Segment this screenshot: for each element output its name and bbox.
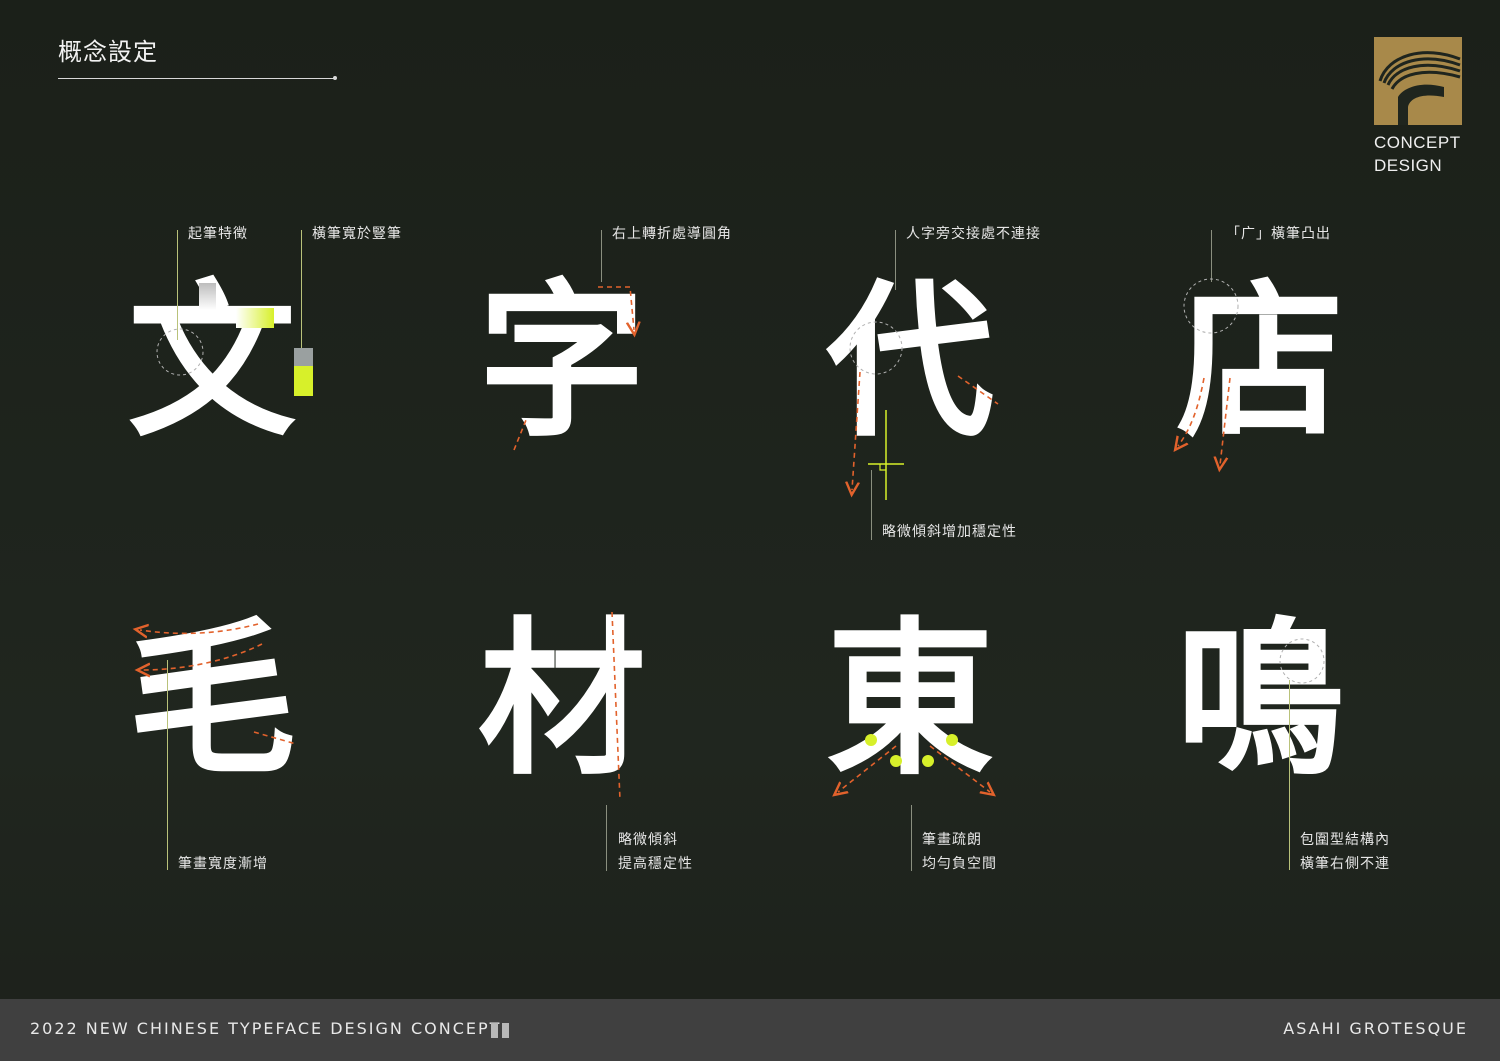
note-slight-tilt: 略微傾斜 提高穩定性 [618,828,693,876]
logo-wordmark: CONCEPT DESIGN [1374,133,1461,175]
leader-line [301,230,302,350]
note-width-increase: 筆畫寬度漸增 [178,856,268,872]
leader-line [601,230,602,282]
note-line: 包圍型結構內 [1300,832,1390,848]
leader-line [167,660,168,870]
footer-marks-icon [491,1023,513,1042]
glyph-wen: 文 [128,264,296,460]
note-enclosure: 包圍型結構內 橫筆右側不連 [1300,828,1390,876]
stroke-width-sample [294,366,313,396]
stroke-width-sample [294,348,313,366]
glyph-ming: 鳴 [1176,602,1344,798]
title-underline [58,76,337,80]
note-open-strokes: 筆畫疏朗 均勻負空間 [922,828,997,876]
logo-mark-icon [1374,37,1462,125]
concept-design-logo: CONCEPT DESIGN [1374,37,1464,177]
note-horizontal-wider: 橫筆寬於豎筆 [312,226,402,242]
note-line: 筆畫疏朗 [922,832,982,848]
leader-line [871,470,872,540]
leader-line [1211,230,1212,282]
glyph-zi: 字 [478,264,646,460]
note-rounded-corner: 右上轉折處導圓角 [612,226,732,242]
note-radical-gap: 人字旁交接處不連接 [906,226,1041,242]
page-title: 概念設定 [58,38,158,66]
glyph-dong: 東 [826,602,994,798]
note-line: 略微傾斜 [618,832,678,848]
footer-title: 2022 NEW CHINESE TYPEFACE DESIGN CONCEPT [30,1019,502,1038]
glyph-dian: 店 [1176,264,1344,460]
note-line: 提高穩定性 [618,856,693,872]
leader-line [895,230,896,290]
leader-line [177,230,178,340]
glyph-mao: 毛 [128,602,296,798]
note-stroke-start: 起筆特徵 [188,226,248,242]
note-tilt-stability: 略微傾斜增加穩定性 [882,524,1017,540]
annotation-overlay [0,278,1325,801]
glyph-cai: 材 [478,602,646,798]
footer-typeface-name: ASAHI GROTESQUE [1283,1019,1468,1038]
right-angle-mark [879,464,886,471]
leader-line [911,805,912,871]
note-line: 均勻負空間 [922,856,997,872]
glyph-dai: 代 [826,264,994,460]
note-line: 橫筆右側不連 [1300,856,1390,872]
leader-line [606,805,607,871]
note-guang-horizontal: 「广」橫筆凸出 [1226,226,1331,242]
footer-bar: 2022 NEW CHINESE TYPEFACE DESIGN CONCEPT… [0,999,1500,1061]
leader-line [1289,680,1290,870]
